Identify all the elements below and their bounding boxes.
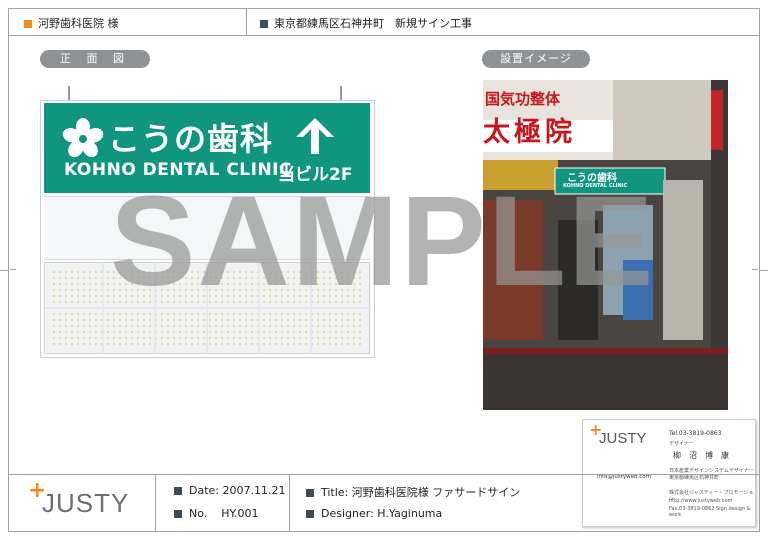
center-tick-right <box>752 269 758 270</box>
footer-divider-1 <box>155 474 156 532</box>
navy-square-icon <box>306 489 314 497</box>
sign-name-jp: こうの歯科 <box>108 120 274 158</box>
photo-banner-top: 国気功整体 <box>485 90 561 108</box>
arrow-up-icon <box>296 118 334 154</box>
project-location: 東京都練馬区石神井町 新規サイン工事 <box>260 15 472 31</box>
footer-number: No. HY.001 <box>174 507 259 520</box>
card-role: デザイナー <box>669 441 694 447</box>
margin-tick-right <box>760 270 768 271</box>
installation-image-label: 設置イメージ <box>482 50 590 68</box>
margin-tick-left <box>0 270 8 271</box>
hanger-left <box>68 86 70 100</box>
navy-square-icon <box>174 487 182 495</box>
hanger-right <box>340 86 342 100</box>
front-view-label: 正 面 図 <box>40 50 150 68</box>
footer-divider-2 <box>289 474 290 532</box>
footer-title: Title: 河野歯科医院様 ファサードサイン <box>306 484 520 500</box>
flower-icon <box>62 118 104 158</box>
navy-square-icon <box>306 510 314 518</box>
card-person: 柳 沼 博 康 <box>673 451 729 460</box>
client-name: 河野歯科医院 様 <box>24 15 119 31</box>
orange-square-icon <box>24 20 32 28</box>
footer-designer: Designer: H.Yaginuma <box>306 507 442 520</box>
center-tick-left <box>10 269 16 270</box>
navy-square-icon <box>260 20 268 28</box>
header-bar: 河野歯科医院 様 東京都練馬区石神井町 新規サイン工事 <box>8 8 760 36</box>
sample-watermark: SAMPLE <box>110 170 656 313</box>
navy-square-icon <box>174 510 182 518</box>
photo-banner-big: 太極院 <box>483 117 576 148</box>
card-tel: Tel.03-3819-0863 <box>669 430 722 437</box>
header-divider <box>246 8 247 36</box>
footer-date: Date: 2007.11.21 <box>174 484 285 497</box>
